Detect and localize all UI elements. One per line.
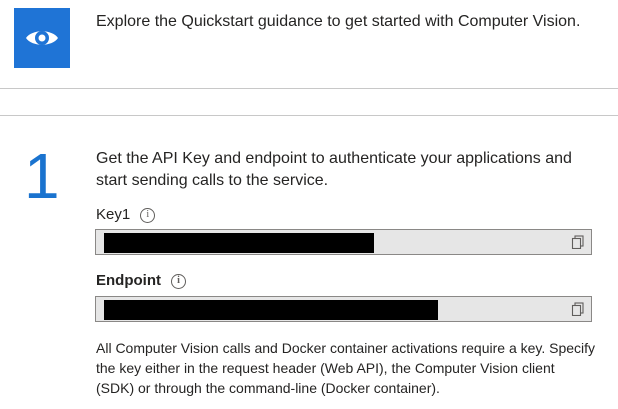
info-icon[interactable]: i [140,207,156,223]
key-usage-note: All Computer Vision calls and Docker con… [96,340,596,396]
endpoint-redacted-value [104,300,438,320]
quickstart-text: Explore the Quickstart guidance to get s… [96,13,581,30]
step-number: 1 [24,140,60,212]
copy-icon[interactable] [571,235,585,249]
endpoint-field[interactable] [95,296,592,322]
endpoint-label-row: Endpoint i [96,271,186,291]
key1-redacted-value [104,233,374,253]
eye-icon [14,8,70,68]
key1-field[interactable] [95,229,592,255]
endpoint-label: Endpoint [96,272,161,289]
quickstart-section: Explore the Quickstart guidance to get s… [0,0,618,89]
copy-icon[interactable] [571,302,585,316]
key1-label: Key1 [96,206,131,223]
computer-vision-quickstart-panel: Explore the Quickstart guidance to get s… [0,0,618,409]
key1-label-row: Key1 i [96,205,156,225]
step-1-section: 1 Get the API Key and endpoint to authen… [0,115,618,409]
section-gap [0,89,618,115]
info-icon[interactable]: i [170,273,186,289]
eye-icon-graphic [26,31,58,45]
step-description: Get the API Key and endpoint to authenti… [96,150,572,189]
